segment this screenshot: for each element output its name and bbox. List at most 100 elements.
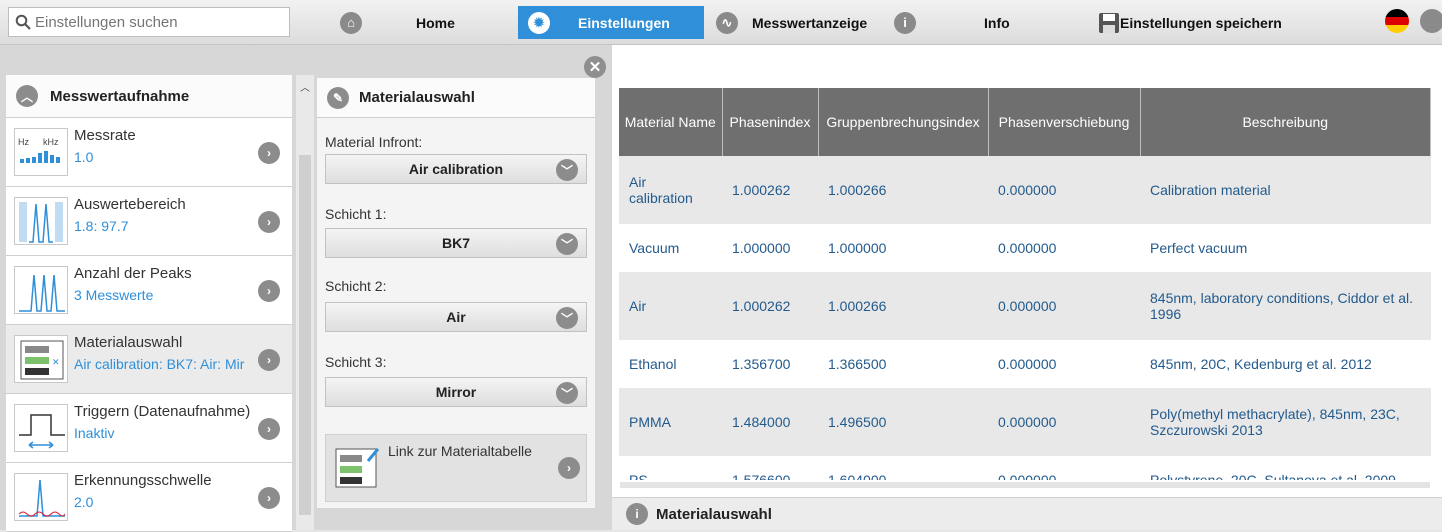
material-table-panel: Material Name Phasenindex Gruppenbrechun… xyxy=(612,45,1442,530)
table-row[interactable]: Air calibration 1.000262 1.000266 0.0000… xyxy=(619,156,1431,224)
cell-group-index: 1.000266 xyxy=(818,272,988,340)
pencil-icon: ✎ xyxy=(327,86,349,109)
layer2-value: Air xyxy=(446,309,466,325)
category-scrollbar[interactable]: ︿ xyxy=(296,75,314,530)
nav-measurement-button[interactable]: ∿ Messwertanzeige xyxy=(706,6,892,39)
item-value: 1.8: 97.7 xyxy=(74,218,129,234)
close-icon[interactable]: ✕ xyxy=(584,56,606,78)
item-title: Materialauswahl xyxy=(74,334,183,351)
cell-phase-index: 1.484000 xyxy=(722,388,818,456)
chevron-right-icon[interactable]: › xyxy=(258,349,280,371)
cell-phase-shift: 0.000000 xyxy=(988,340,1140,388)
column-header[interactable]: Material Name xyxy=(619,88,723,156)
scroll-up-icon[interactable]: ︿ xyxy=(300,79,310,94)
item-value: Air calibration: BK7: Air: Mir xyxy=(74,356,245,372)
table-row[interactable]: Ethanol 1.356700 1.366500 0.000000 845nm… xyxy=(619,340,1431,388)
cell-material-name: PS xyxy=(619,456,722,480)
info-footer: i Materialauswahl xyxy=(612,497,1442,530)
material-infront-select[interactable]: Air calibration ﹀ xyxy=(325,154,587,184)
list-item-erkennungsschwelle[interactable]: Erkennungsschwelle 2.0 › xyxy=(6,463,292,532)
search-input[interactable] xyxy=(35,13,280,31)
table-row[interactable]: PS 1.576600 1.604000 0.000000 Polystyren… xyxy=(619,456,1431,480)
table-row[interactable]: PMMA 1.484000 1.496500 0.000000 Poly(met… xyxy=(619,388,1431,456)
chevron-down-icon: ﹀ xyxy=(556,159,578,181)
column-header[interactable]: Phasenverschiebung xyxy=(988,88,1141,156)
table-viewport: Material Name Phasenindex Gruppenbrechun… xyxy=(612,45,1442,480)
cell-description: Calibration material xyxy=(1140,156,1431,224)
layer3-value: Mirror xyxy=(435,384,477,400)
material-selection-column: ✎ Materialauswahl Material Infront: Air … xyxy=(317,78,595,508)
table-row[interactable]: Vacuum 1.000000 1.000000 0.000000 Perfec… xyxy=(619,224,1431,272)
material-table-link[interactable]: Link zur Materialtabelle › xyxy=(325,434,587,502)
thumb-khz-label: kHz xyxy=(43,137,59,147)
item-title: Erkennungsschwelle xyxy=(74,472,212,489)
table-scrollbar[interactable] xyxy=(620,482,1430,488)
range-peak-thumbnail-icon xyxy=(14,197,68,245)
chevron-right-icon: › xyxy=(558,457,580,479)
item-title: Triggern (Datenaufnahme) xyxy=(74,403,251,420)
chevron-right-icon[interactable]: › xyxy=(258,280,280,302)
layer2-select[interactable]: Air ﹀ xyxy=(325,302,587,332)
table-header-row: Material Name Phasenindex Gruppenbrechun… xyxy=(619,88,1431,156)
list-item-triggern[interactable]: Triggern (Datenaufnahme) Inaktiv › xyxy=(6,394,292,463)
nav-home-button[interactable]: ⌂ Home xyxy=(330,6,516,39)
list-item-anzahl-peaks[interactable]: Anzahl der Peaks 3 Messwerte › xyxy=(6,256,292,325)
cell-material-name: PMMA xyxy=(619,388,722,456)
cell-material-name: Vacuum xyxy=(619,224,722,272)
cell-description: 845nm, laboratory conditions, Ciddor et … xyxy=(1140,272,1431,340)
nav-home-label: Home xyxy=(416,14,455,31)
material-infront-label: Material Infront: xyxy=(325,134,423,150)
chevron-right-icon[interactable]: › xyxy=(258,142,280,164)
scrollbar-thumb[interactable] xyxy=(299,155,311,515)
top-toolbar: ⌂ Home ✹ Einstellungen ∿ Messwertanzeige… xyxy=(0,0,1442,45)
trigger-pulse-thumbnail-icon xyxy=(14,404,68,452)
chevron-down-icon: ﹀ xyxy=(556,233,578,255)
item-value: 3 Messwerte xyxy=(74,287,154,303)
search-box[interactable] xyxy=(8,7,290,37)
category-header[interactable]: ︿ Messwertaufnahme xyxy=(6,75,292,118)
cell-description: Poly(methyl methacrylate), 845nm, 23C, S… xyxy=(1140,388,1431,456)
column-header[interactable]: Beschreibung xyxy=(1140,88,1431,156)
cell-group-index: 1.604000 xyxy=(818,456,988,480)
table-row[interactable]: Air 1.000262 1.000266 0.000000 845nm, la… xyxy=(619,272,1431,340)
home-icon: ⌂ xyxy=(340,11,362,34)
chevron-down-icon[interactable] xyxy=(1420,9,1442,33)
layer1-select[interactable]: BK7 ﹀ xyxy=(325,228,587,258)
german-flag-icon[interactable] xyxy=(1385,9,1409,33)
gear-icon: ✹ xyxy=(528,11,550,34)
cell-phase-shift: 0.000000 xyxy=(988,456,1140,480)
cell-phase-index: 1.000262 xyxy=(722,272,818,340)
svg-text:✕: ✕ xyxy=(52,357,60,367)
cell-group-index: 1.366500 xyxy=(818,340,988,388)
cell-phase-shift: 0.000000 xyxy=(988,272,1140,340)
nav-settings-label: Einstellungen xyxy=(578,14,670,31)
item-value: Inaktiv xyxy=(74,425,115,441)
nav-info-button[interactable]: i Info xyxy=(884,6,1084,39)
list-item-auswertebereich[interactable]: Auswertebereich 1.8: 97.7 › xyxy=(6,187,292,256)
list-item-messrate[interactable]: Hz kHz Messrate 1.0 › xyxy=(6,118,292,187)
layer3-select[interactable]: Mirror ﹀ xyxy=(325,377,587,407)
material-infront-value: Air calibration xyxy=(408,161,504,177)
list-item-materialauswahl[interactable]: ✕ Materialauswahl Air calibration: BK7: … xyxy=(6,325,292,394)
save-settings-button[interactable]: Einstellungen speichern xyxy=(1092,6,1292,39)
cell-material-name: Air calibration xyxy=(619,156,722,224)
cell-material-name: Ethanol xyxy=(619,340,722,388)
chevron-down-icon: ﹀ xyxy=(556,307,578,329)
column-header[interactable]: Phasenindex xyxy=(722,88,819,156)
nav-settings-button[interactable]: ✹ Einstellungen xyxy=(518,6,704,39)
threshold-thumbnail-icon xyxy=(14,473,68,521)
chevron-right-icon[interactable]: › xyxy=(258,418,280,440)
category-column: ︿ Messwertaufnahme Hz kHz Messrate 1.0 ›… xyxy=(6,75,292,532)
item-title: Anzahl der Peaks xyxy=(74,265,192,282)
cell-group-index: 1.000000 xyxy=(818,224,988,272)
chevron-right-icon[interactable]: › xyxy=(258,487,280,509)
cell-phase-index: 1.000000 xyxy=(722,224,818,272)
chevron-up-icon: ︿ xyxy=(16,85,38,107)
waveform-icon: ∿ xyxy=(716,11,738,34)
info-footer-label: Materialauswahl xyxy=(656,505,772,523)
column-header[interactable]: Gruppenbrechungsindex xyxy=(818,88,989,156)
material-table-icon xyxy=(335,448,380,488)
info-icon: i xyxy=(626,503,648,525)
chevron-right-icon[interactable]: › xyxy=(258,211,280,233)
material-table-link-label: Link zur Materialtabelle xyxy=(388,443,532,459)
